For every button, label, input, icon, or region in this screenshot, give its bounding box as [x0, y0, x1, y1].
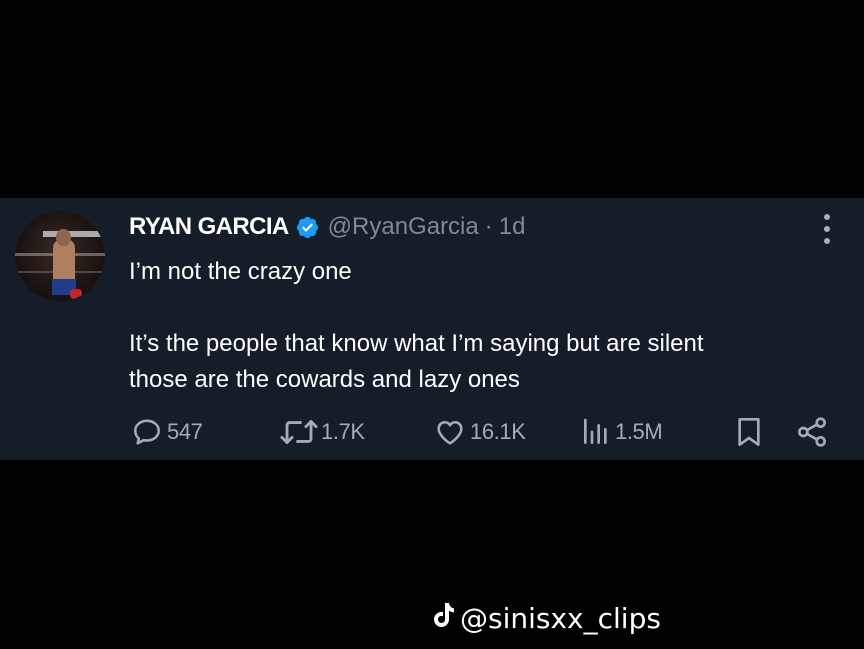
watermark-text: @sinisxx_clips [460, 601, 661, 635]
reply-button[interactable]: 547 [129, 414, 203, 450]
reply-bubble-icon [129, 416, 165, 448]
heart-icon [432, 416, 468, 448]
avatar-figure-glove [70, 289, 82, 299]
tweet-header: RYAN GARCIA @RyanGarcia · 1d [129, 212, 525, 242]
tiktok-icon [432, 601, 460, 636]
view-count: 1.5M [615, 419, 663, 444]
share-icon [795, 416, 829, 448]
tweet-text-line: I’m not the crazy one [129, 258, 352, 285]
tweet-text-line: It’s the people that know what I’m sayin… [129, 330, 704, 357]
like-button[interactable]: 16.1K [432, 414, 526, 450]
more-options-icon[interactable] [814, 212, 840, 246]
avatar[interactable] [15, 211, 105, 301]
views-bar-chart-icon [579, 416, 613, 448]
more-dot [824, 226, 830, 232]
tweet-text-line: those are the cowards and lazy ones [129, 366, 520, 393]
avatar-figure-head [56, 229, 71, 246]
author-name[interactable]: RYAN GARCIA [129, 213, 289, 241]
more-dot [824, 214, 830, 220]
reply-count: 547 [167, 419, 203, 444]
author-handle[interactable]: @RyanGarcia [328, 213, 479, 241]
repost-button[interactable]: 1.7K [279, 414, 365, 450]
more-dot [824, 238, 830, 244]
share-button[interactable] [795, 414, 829, 450]
tiktok-watermark: @sinisxx_clips [432, 598, 661, 638]
tweet-timestamp[interactable]: 1d [499, 213, 526, 241]
tweet-text: I’m not the crazy one It’s the people th… [129, 254, 829, 398]
repost-icon [279, 417, 319, 447]
header-separator: · [484, 213, 493, 240]
avatar-banner [43, 231, 103, 237]
like-count: 16.1K [470, 419, 526, 444]
bookmark-icon [735, 416, 763, 448]
views-button[interactable]: 1.5M [579, 414, 663, 450]
repost-count: 1.7K [321, 419, 365, 444]
tweet-card[interactable]: RYAN GARCIA @RyanGarcia · 1d I’m not the… [0, 198, 864, 460]
verified-badge-icon [295, 215, 320, 240]
bookmark-button[interactable] [735, 414, 763, 450]
tweet-actions: 547 1.7K 16.1K 1.5M [129, 414, 839, 450]
